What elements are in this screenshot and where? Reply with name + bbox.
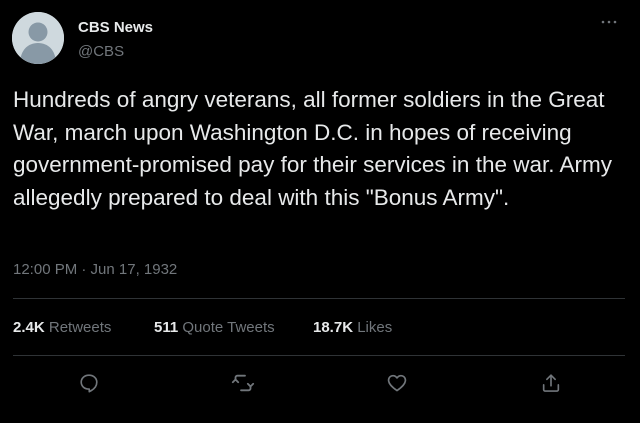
quote-tweets-label: Quote Tweets <box>182 319 275 336</box>
quote-tweets-count: 511 <box>154 319 179 336</box>
divider <box>13 355 625 356</box>
like-icon <box>387 374 407 392</box>
share-icon <box>542 374 560 392</box>
retweet-icon <box>231 374 255 392</box>
retweets-count: 2.4K <box>13 319 45 336</box>
avatar[interactable] <box>12 12 64 64</box>
likes-label: Likes <box>357 319 393 336</box>
author-handle[interactable]: @CBS <box>78 43 124 60</box>
divider <box>13 298 625 299</box>
default-avatar-icon <box>12 12 64 64</box>
likes-count: 18.7K <box>313 319 354 336</box>
tweet-card: CBS News @CBS Hundreds of angry veterans… <box>0 0 640 423</box>
author-display-name[interactable]: CBS News <box>78 19 153 36</box>
retweets-label: Retweets <box>48 319 112 336</box>
quote-tweets-stat[interactable]: 511 Quote Tweets <box>154 319 275 336</box>
reply-icon <box>80 374 98 393</box>
more-horizontal-icon <box>601 20 617 24</box>
share-button[interactable] <box>536 368 566 398</box>
like-button[interactable] <box>382 368 412 398</box>
retweet-button[interactable] <box>228 368 258 398</box>
tweet-actions <box>0 368 640 398</box>
reply-button[interactable] <box>74 368 104 398</box>
retweets-stat[interactable]: 2.4K Retweets <box>13 319 111 336</box>
more-options-button[interactable] <box>596 12 622 32</box>
likes-stat[interactable]: 18.7K Likes <box>313 319 392 336</box>
tweet-text: Hundreds of angry veterans, all former s… <box>13 87 619 210</box>
tweet-timestamp[interactable]: 12:00 PM · Jun 17, 1932 <box>13 261 177 278</box>
